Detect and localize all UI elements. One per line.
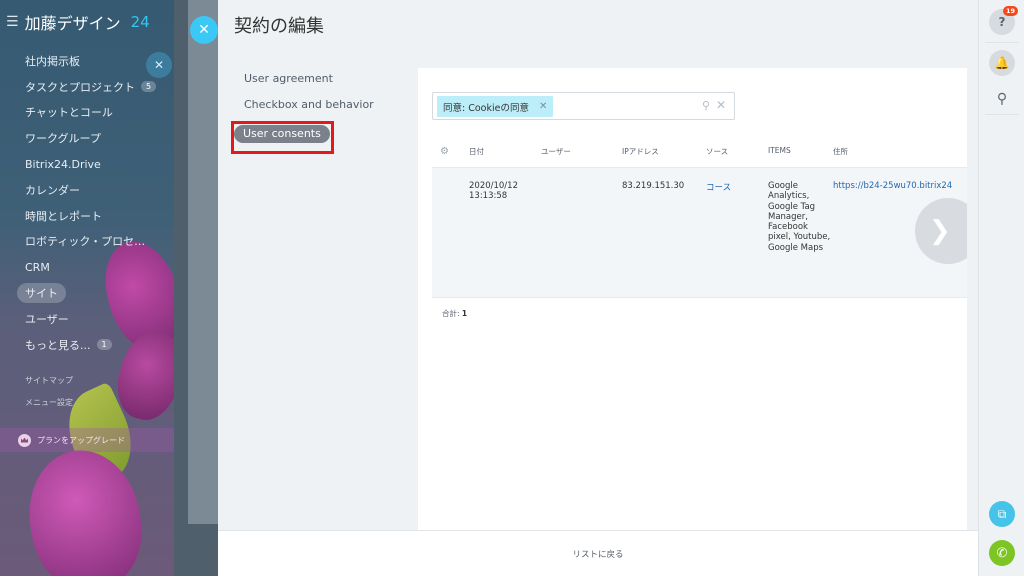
- sidebar-item-label: ロボティック・プロセ…: [25, 235, 146, 249]
- back-to-list-link[interactable]: リストに戻る: [218, 530, 978, 576]
- table-settings-cell: ⚙: [432, 146, 469, 157]
- filter-chip-remove-icon[interactable]: ✕: [539, 101, 547, 112]
- cell-ip: 83.219.151.30: [622, 181, 685, 191]
- clear-filter-icon[interactable]: ✕: [716, 98, 726, 112]
- sidebar-item-label: カレンダー: [25, 183, 80, 197]
- copy-icon[interactable]: ⧉: [989, 501, 1015, 527]
- sidebar-item-tasks[interactable]: タスクとプロジェクト 5: [0, 74, 174, 100]
- sidebar-item-counter: 5: [141, 81, 157, 93]
- column-header-date[interactable]: 日付: [469, 146, 541, 157]
- sidebar-item-label: サイト: [17, 283, 66, 304]
- filter-search-field[interactable]: 同意: Cookieの同意 ✕ ⚲ ✕: [432, 92, 735, 120]
- menu-checkbox-behavior[interactable]: Checkbox and behavior: [234, 96, 414, 114]
- column-header-address[interactable]: 住所: [833, 146, 967, 157]
- table-header: ⚙ 日付 ユーザー IPアドレス ソース ITEMS 住所: [432, 136, 967, 168]
- sidebar-item-label: もっと見る...: [25, 338, 91, 352]
- portal-name: 加藤デザイン: [24, 14, 121, 33]
- total-value: 1: [461, 309, 468, 318]
- column-header-ip[interactable]: IPアドレス: [622, 146, 706, 157]
- page-background-strip: [174, 0, 220, 576]
- total-label: 合計:: [442, 309, 460, 318]
- page-title: 契約の編集: [234, 16, 324, 37]
- crown-icon: [18, 433, 31, 447]
- sidebar-close-icon[interactable]: ✕: [146, 52, 172, 78]
- filter-chip-label: 同意: Cookieの同意: [443, 102, 529, 114]
- sidebar-item-crm[interactable]: CRM: [0, 254, 174, 280]
- phone-icon[interactable]: ✆: [989, 540, 1015, 566]
- cell-items: Google Analytics, Google Tag Manager, Fa…: [768, 181, 831, 253]
- sidebar-item-label: CRM: [25, 260, 50, 274]
- sidebar-item-label: ワークグループ: [25, 132, 101, 146]
- red-highlight-box: [231, 121, 334, 154]
- filter-chip[interactable]: 同意: Cookieの同意 ✕: [437, 96, 554, 117]
- consents-table: ⚙ 日付 ユーザー IPアドレス ソース ITEMS 住所 2020/10/12…: [432, 136, 967, 298]
- sidebar-menu-settings-link[interactable]: メニュー設定: [0, 392, 174, 414]
- sidebar-item-rpa[interactable]: ロボティック・プロセ…: [0, 229, 174, 255]
- sidebar-item-chat[interactable]: チャットとコール: [0, 100, 174, 126]
- toolbar-divider: [985, 42, 1019, 43]
- sidebar-item-label: チャットとコール: [25, 106, 113, 120]
- sidebar-sitemap-link[interactable]: サイトマップ: [0, 370, 174, 392]
- sidebar-item-drive[interactable]: Bitrix24.Drive: [0, 151, 174, 177]
- help-notification-badge: 19: [1003, 6, 1019, 16]
- search-icon[interactable]: ⚲: [702, 99, 710, 112]
- slider-close-button[interactable]: ✕: [190, 16, 218, 44]
- help-button[interactable]: ? 19: [989, 6, 1019, 35]
- search-icon[interactable]: ⚲: [989, 86, 1015, 112]
- consents-card: 同意: Cookieの同意 ✕ ⚲ ✕ ⚙ 日付 ユーザー IPアドレス ソース…: [418, 68, 967, 530]
- sidebar-item-users[interactable]: ユーザー: [0, 306, 174, 332]
- help-icon: ?: [998, 15, 1006, 29]
- sidebar-nav: 社内掲示板 タスクとプロジェクト 5 チャットとコール ワークグループ Bitri…: [0, 48, 174, 414]
- portal-logo[interactable]: ☰ 加藤デザイン 24: [6, 10, 150, 34]
- notifications-bell-icon[interactable]: 🔔: [989, 50, 1015, 76]
- column-header-items[interactable]: ITEMS: [768, 146, 833, 156]
- column-header-user[interactable]: ユーザー: [541, 146, 622, 157]
- sidebar-item-calendar[interactable]: カレンダー: [0, 177, 174, 203]
- edit-agreement-slider: 契約の編集 User agreement Checkbox and behavi…: [218, 0, 978, 576]
- upgrade-plan-label: プランをアップグレード: [37, 435, 125, 445]
- sidebar-item-label: タスクとプロジェクト: [25, 80, 135, 94]
- menu-user-agreement[interactable]: User agreement: [234, 70, 414, 88]
- sidebar-item-label: ユーザー: [25, 312, 69, 326]
- upgrade-plan-button[interactable]: プランをアップグレード: [0, 428, 174, 452]
- menu-burger-icon[interactable]: ☰: [6, 14, 19, 30]
- toolbar-divider: [985, 114, 1019, 115]
- sidebar-item-label: Bitrix24.Drive: [25, 157, 101, 171]
- sidebar-item-label: 時間とレポート: [25, 209, 102, 223]
- total-count: 合計: 1: [442, 308, 467, 319]
- page-background-inner: [188, 0, 220, 524]
- sidebar-item-more[interactable]: もっと見る... 1: [0, 332, 174, 358]
- sidebar-item-workgroups[interactable]: ワークグループ: [0, 125, 174, 151]
- sidebar-item-label: 社内掲示板: [25, 54, 80, 68]
- table-row[interactable]: 2020/10/12 13:13:58 83.219.151.30 コース Go…: [432, 168, 967, 298]
- right-toolbar: ? 19 🔔 ⚲ ⧉ ✆: [978, 0, 1024, 576]
- cell-date: 2020/10/12 13:13:58: [469, 181, 518, 201]
- gear-icon[interactable]: ⚙: [440, 146, 449, 157]
- cell-address-link[interactable]: https://b24-25wu70.bitrix24: [833, 181, 967, 191]
- left-sidebar: ☰ 加藤デザイン 24 社内掲示板 タスクとプロジェクト 5 チャットとコール ワ…: [0, 0, 174, 576]
- cell-source-link[interactable]: コース: [706, 181, 768, 193]
- sidebar-item-counter: 1: [96, 339, 112, 351]
- sidebar-item-time-reports[interactable]: 時間とレポート: [0, 203, 174, 229]
- background-tulip: [18, 441, 152, 576]
- portal-brand-number: 24: [130, 13, 150, 31]
- column-header-source[interactable]: ソース: [706, 146, 768, 157]
- sidebar-item-sites[interactable]: サイト: [0, 280, 174, 306]
